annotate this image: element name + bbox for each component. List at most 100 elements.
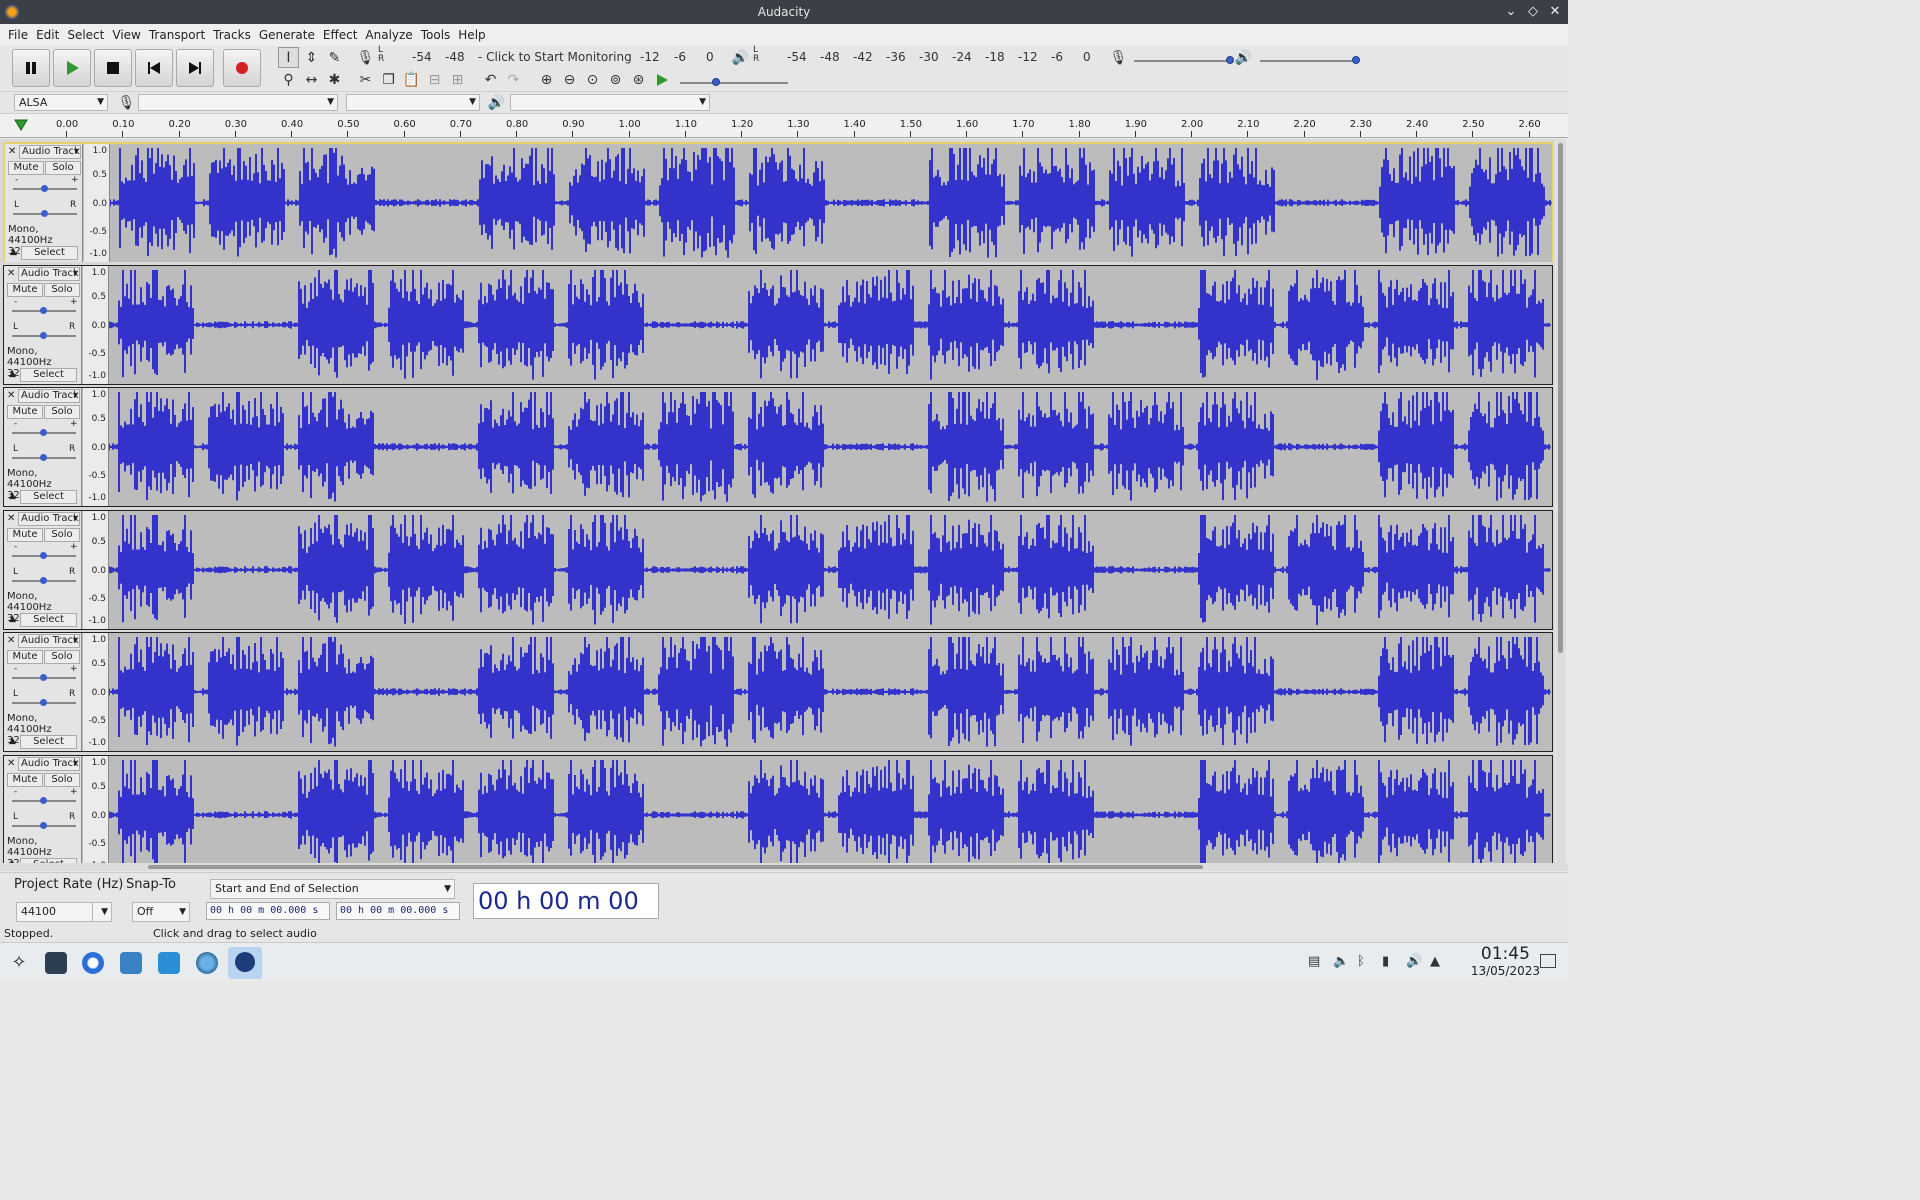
playback-volume-slider[interactable] — [1260, 56, 1360, 64]
undo-icon[interactable]: ↶ — [480, 69, 501, 90]
audio-track[interactable]: ✕ Audio Track ▾ Mute Solo - + L R Mono, 4… — [3, 509, 1553, 630]
slider-knob[interactable] — [40, 821, 47, 829]
gain-slider[interactable] — [13, 185, 77, 192]
close-track-icon[interactable]: ✕ — [7, 390, 15, 401]
redo-icon[interactable]: ↷ — [503, 69, 524, 90]
menu-select[interactable]: Select — [63, 24, 108, 46]
software-store-icon[interactable] — [158, 952, 180, 974]
menu-analyze[interactable]: Analyze — [361, 24, 416, 46]
menu-effect[interactable]: Effect — [319, 24, 362, 46]
amplitude-scale[interactable]: 1.00.50.0-0.5-1.0 — [83, 633, 109, 751]
copy-icon[interactable]: ❐ — [378, 69, 399, 90]
slider-knob[interactable] — [1352, 56, 1360, 64]
zoom-toggle-icon[interactable]: ⊛ — [628, 69, 649, 90]
slider-knob[interactable] — [41, 210, 48, 217]
recording-volume-slider[interactable] — [1134, 56, 1234, 64]
pan-slider[interactable] — [13, 210, 77, 217]
battery-icon[interactable]: ▮ — [1382, 954, 1389, 969]
audio-track[interactable]: ✕ Audio Track ▾ Mute Solo - + L R Mono, 4… — [3, 264, 1553, 385]
select-track-button[interactable]: Select — [20, 735, 77, 749]
slider-knob[interactable] — [40, 674, 47, 681]
scroll-thumb[interactable] — [148, 865, 1203, 869]
record-button[interactable] — [223, 49, 261, 87]
click-to-start-monitoring[interactable]: - Click to Start Monitoring — [478, 50, 632, 64]
skip-to-start-button[interactable] — [135, 49, 173, 87]
solo-button[interactable]: Solo — [45, 161, 81, 175]
menu-help[interactable]: Help — [454, 24, 489, 46]
solo-button[interactable]: Solo — [44, 772, 80, 787]
mute-button[interactable]: Mute — [7, 772, 43, 787]
slider-knob[interactable] — [40, 454, 47, 461]
pan-slider[interactable] — [12, 331, 76, 339]
maximize-icon[interactable]: ◇ — [1526, 0, 1540, 24]
track-control-panel[interactable]: ✕ Audio Track ▾ Mute Solo - + L R Mono, 4… — [4, 755, 82, 863]
show-desktop-icon[interactable] — [1540, 954, 1556, 968]
solo-button[interactable]: Solo — [44, 405, 80, 419]
select-track-button[interactable]: Select — [20, 612, 77, 627]
track-name-menu[interactable]: Audio Track ▾ — [18, 266, 80, 281]
app-launcher-icon[interactable]: ✧ — [8, 952, 30, 974]
track-name-menu[interactable]: Audio Track ▾ — [18, 389, 80, 403]
browser-icon[interactable] — [82, 952, 104, 974]
monitor-label[interactable]: Click to Start Monitoring — [486, 50, 632, 64]
waveform[interactable] — [109, 510, 1551, 629]
track-name-menu[interactable]: Audio Track ▾ — [18, 756, 80, 771]
minimize-icon[interactable]: ⌄ — [1504, 0, 1518, 24]
tray-expand-icon[interactable]: ▲ — [1430, 954, 1440, 969]
slider-knob[interactable] — [40, 796, 47, 804]
cut-icon[interactable]: ✂ — [355, 69, 376, 90]
bluetooth-icon[interactable]: ᛒ — [1357, 954, 1365, 969]
slider-knob[interactable] — [40, 699, 47, 706]
audacity-taskbar-item[interactable] — [228, 947, 262, 979]
zoom-tool-icon[interactable]: ⚲ — [278, 69, 299, 90]
pan-slider[interactable] — [12, 454, 76, 461]
trim-icon[interactable]: ⊟ — [424, 69, 445, 90]
multi-tool-icon[interactable]: ✱ — [324, 69, 345, 90]
draw-tool-icon[interactable]: ✎ — [324, 47, 345, 68]
track-control-panel[interactable]: ✕ Audio Track ▾ Mute Solo - + L R Mono, 4… — [4, 265, 82, 384]
collapse-track-icon[interactable]: ▲ — [10, 247, 17, 257]
selection-start-time[interactable]: 00 h 00 m 00.000 s — [206, 902, 330, 920]
scroll-thumb[interactable] — [1558, 143, 1563, 653]
slider-knob[interactable] — [40, 306, 47, 314]
zoom-in-icon[interactable]: ⊕ — [536, 69, 557, 90]
close-track-icon[interactable]: ✕ — [8, 146, 16, 157]
audio-track[interactable]: ✕ Audio Track ▾ Mute Solo - + L R Mono, 4… — [3, 142, 1553, 262]
mute-button[interactable]: Mute — [7, 405, 43, 419]
playback-device-select[interactable]: ▼ — [510, 94, 710, 111]
timeline-ruler[interactable]: 0.00 0.10 0.20 0.30 0.40 0.50 0.60 0.70 0.80 0.90… — [0, 114, 1568, 138]
waveform[interactable] — [109, 265, 1551, 384]
slider-knob[interactable] — [40, 576, 47, 584]
selection-mode-select[interactable]: Start and End of Selection ▼ — [210, 879, 455, 899]
file-manager-icon[interactable] — [120, 952, 142, 974]
menu-tracks[interactable]: Tracks — [209, 24, 255, 46]
audio-track[interactable]: ✕ Audio Track ▾ Mute Solo - + L R Mono, 4… — [3, 754, 1553, 863]
track-control-panel[interactable]: ✕ Audio Track ▾ Mute Solo - + L R Mono, 4… — [4, 510, 82, 629]
audio-icon[interactable]: 🔈 — [1333, 954, 1349, 969]
amplitude-scale[interactable]: 1.00.50.0-0.5-1.0 — [83, 755, 109, 863]
waveform[interactable] — [109, 388, 1551, 506]
pan-slider[interactable] — [12, 821, 76, 829]
pause-button[interactable] — [12, 49, 50, 87]
track-control-panel[interactable]: ✕ Audio Track ▾ Mute Solo - + L R Mono, 4… — [4, 633, 82, 751]
close-track-icon[interactable]: ✕ — [7, 635, 15, 646]
slider-knob[interactable] — [40, 429, 47, 436]
close-track-icon[interactable]: ✕ — [7, 268, 15, 279]
snap-to-select[interactable]: Off ▼ — [132, 902, 190, 922]
audio-track[interactable]: ✕ Audio Track ▾ Mute Solo - + L R Mono, 4… — [3, 387, 1553, 507]
clock[interactable]: 01:45 13/05/2023 — [1471, 945, 1540, 979]
gain-slider[interactable] — [12, 429, 76, 436]
time-shift-tool-icon[interactable]: ↔ — [301, 69, 322, 90]
record-meter[interactable]: LR -54 -48 - Click to Start Monitoring -… — [378, 46, 718, 67]
solo-button[interactable]: Solo — [44, 650, 80, 664]
menu-tools[interactable]: Tools — [417, 24, 455, 46]
zoom-out-icon[interactable]: ⊖ — [559, 69, 580, 90]
play-at-speed-icon[interactable] — [655, 73, 669, 87]
slider-knob[interactable] — [712, 78, 720, 86]
clipboard-icon[interactable]: ▤ — [1308, 954, 1320, 969]
pan-slider[interactable] — [12, 576, 76, 584]
select-track-button[interactable]: Select — [20, 490, 77, 504]
slider-knob[interactable] — [40, 331, 47, 339]
menu-edit[interactable]: Edit — [32, 24, 63, 46]
play-meter-speaker-icon[interactable]: 🔊 — [730, 47, 751, 68]
